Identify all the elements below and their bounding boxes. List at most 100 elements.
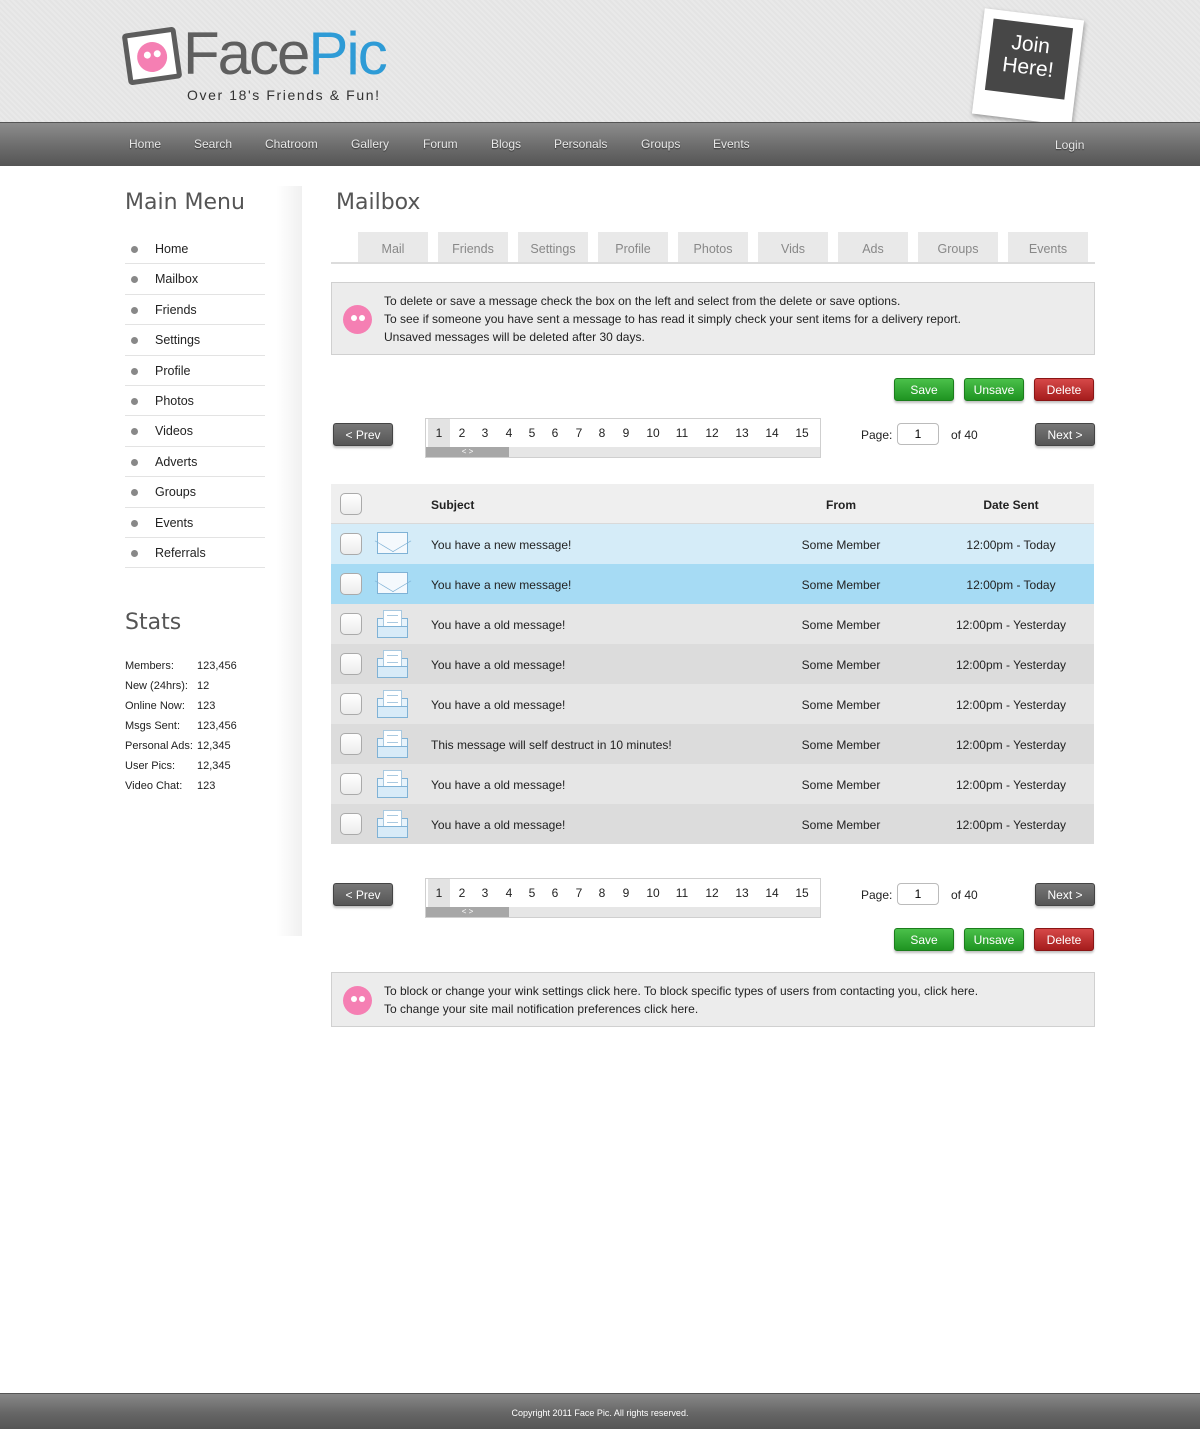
row-from[interactable]: Some Member bbox=[791, 538, 891, 552]
row-checkbox[interactable] bbox=[340, 693, 362, 715]
menu-item-settings[interactable]: Settings bbox=[125, 325, 265, 356]
unsave-button[interactable]: Unsave bbox=[964, 378, 1024, 401]
row-checkbox[interactable] bbox=[340, 813, 362, 835]
page-link[interactable]: 2 bbox=[451, 879, 473, 907]
tab-mail[interactable]: Mail bbox=[358, 232, 428, 262]
prev-button[interactable]: < Prev bbox=[333, 423, 393, 446]
page-link[interactable]: 13 bbox=[731, 879, 753, 907]
nav-search[interactable]: Search bbox=[194, 137, 232, 151]
delete-button[interactable]: Delete bbox=[1034, 378, 1094, 401]
table-row[interactable]: You have a old message! Some Member 12:0… bbox=[331, 644, 1094, 684]
table-row[interactable]: You have a new message! Some Member 12:0… bbox=[331, 564, 1094, 604]
menu-item-events[interactable]: Events bbox=[125, 508, 265, 538]
nav-gallery[interactable]: Gallery bbox=[351, 137, 389, 151]
tab-ads[interactable]: Ads bbox=[838, 232, 908, 262]
page-link[interactable]: 9 bbox=[615, 419, 637, 447]
page-link[interactable]: 11 bbox=[671, 879, 693, 907]
page-link[interactable]: 15 bbox=[791, 879, 813, 907]
delete-button-bottom[interactable]: Delete bbox=[1034, 928, 1094, 951]
tab-photos[interactable]: Photos bbox=[678, 232, 748, 262]
table-row[interactable]: You have a old message! Some Member 12:0… bbox=[331, 604, 1094, 644]
nav-chatroom[interactable]: Chatroom bbox=[265, 137, 318, 151]
next-button[interactable]: Next > bbox=[1035, 423, 1095, 446]
nav-personals[interactable]: Personals bbox=[554, 137, 607, 151]
row-checkbox[interactable] bbox=[340, 773, 362, 795]
page-link[interactable]: 12 bbox=[701, 419, 723, 447]
nav-groups[interactable]: Groups bbox=[641, 137, 680, 151]
tab-groups[interactable]: Groups bbox=[918, 232, 998, 262]
tab-friends[interactable]: Friends bbox=[438, 232, 508, 262]
row-checkbox[interactable] bbox=[340, 653, 362, 675]
page-link[interactable]: 10 bbox=[642, 419, 664, 447]
page-link[interactable]: 2 bbox=[451, 419, 473, 447]
pager-scroll-thumb[interactable]: < > bbox=[426, 447, 509, 457]
row-subject[interactable]: You have a old message! bbox=[431, 618, 565, 632]
prev-button-bottom[interactable]: < Prev bbox=[333, 883, 393, 906]
page-link[interactable]: 4 bbox=[498, 879, 520, 907]
nav-forum[interactable]: Forum bbox=[423, 137, 458, 151]
row-subject[interactable]: You have a new message! bbox=[431, 578, 571, 592]
row-from[interactable]: Some Member bbox=[791, 578, 891, 592]
table-row[interactable]: This message will self destruct in 10 mi… bbox=[331, 724, 1094, 764]
menu-item-groups[interactable]: Groups bbox=[125, 477, 265, 508]
save-button[interactable]: Save bbox=[894, 378, 954, 401]
row-from[interactable]: Some Member bbox=[791, 818, 891, 832]
row-checkbox[interactable] bbox=[340, 733, 362, 755]
tab-events[interactable]: Events bbox=[1008, 232, 1088, 262]
page-link[interactable]: 14 bbox=[761, 879, 783, 907]
menu-item-mailbox[interactable]: Mailbox bbox=[125, 264, 265, 295]
page-link[interactable]: 6 bbox=[544, 879, 566, 907]
menu-item-adverts[interactable]: Adverts bbox=[125, 447, 265, 478]
row-from[interactable]: Some Member bbox=[791, 778, 891, 792]
save-button-bottom[interactable]: Save bbox=[894, 928, 954, 951]
row-subject[interactable]: You have a old message! bbox=[431, 818, 565, 832]
menu-item-profile[interactable]: Profile bbox=[125, 356, 265, 386]
row-checkbox[interactable] bbox=[340, 533, 362, 555]
join-here-button[interactable]: Join Here! bbox=[971, 8, 1085, 126]
nav-blogs[interactable]: Blogs bbox=[491, 137, 521, 151]
row-subject[interactable]: You have a old message! bbox=[431, 658, 565, 672]
page-link[interactable]: 3 bbox=[474, 419, 496, 447]
row-subject[interactable]: This message will self destruct in 10 mi… bbox=[431, 738, 672, 752]
info-text[interactable]: To change your site mail notification pr… bbox=[384, 1002, 698, 1016]
row-subject[interactable]: You have a old message! bbox=[431, 778, 565, 792]
table-row[interactable]: You have a new message! Some Member 12:0… bbox=[331, 524, 1094, 564]
select-all-checkbox[interactable] bbox=[340, 493, 362, 515]
menu-item-photos[interactable]: Photos bbox=[125, 386, 265, 417]
page-link[interactable]: 14 bbox=[761, 419, 783, 447]
next-button-bottom[interactable]: Next > bbox=[1035, 883, 1095, 906]
row-from[interactable]: Some Member bbox=[791, 658, 891, 672]
page-link[interactable]: 12 bbox=[701, 879, 723, 907]
row-subject[interactable]: You have a old message! bbox=[431, 698, 565, 712]
page-link[interactable]: 15 bbox=[791, 419, 813, 447]
tab-vids[interactable]: Vids bbox=[758, 232, 828, 262]
page-link[interactable]: 5 bbox=[521, 879, 543, 907]
table-row[interactable]: You have a old message! Some Member 12:0… bbox=[331, 764, 1094, 804]
tab-settings[interactable]: Settings bbox=[518, 232, 588, 262]
menu-item-friends[interactable]: Friends bbox=[125, 295, 265, 326]
row-from[interactable]: Some Member bbox=[791, 698, 891, 712]
row-checkbox[interactable] bbox=[340, 573, 362, 595]
page-link[interactable]: 6 bbox=[544, 419, 566, 447]
menu-item-home[interactable]: Home bbox=[125, 234, 265, 265]
row-checkbox[interactable] bbox=[340, 613, 362, 635]
page-link[interactable]: 1 bbox=[428, 419, 450, 447]
page-link[interactable]: 7 bbox=[568, 879, 590, 907]
menu-item-referrals[interactable]: Referrals bbox=[125, 538, 265, 569]
row-subject[interactable]: You have a new message! bbox=[431, 538, 571, 552]
pager-scroll-thumb[interactable]: < > bbox=[426, 907, 509, 917]
page-link[interactable]: 7 bbox=[568, 419, 590, 447]
page-link[interactable]: 10 bbox=[642, 879, 664, 907]
tab-profile[interactable]: Profile bbox=[598, 232, 668, 262]
menu-item-videos[interactable]: Videos bbox=[125, 416, 265, 447]
page-link[interactable]: 13 bbox=[731, 419, 753, 447]
table-row[interactable]: You have a old message! Some Member 12:0… bbox=[331, 684, 1094, 724]
pager-scrollbar[interactable]: < > bbox=[426, 447, 820, 457]
page-link[interactable]: 8 bbox=[591, 879, 613, 907]
page-link[interactable]: 9 bbox=[615, 879, 637, 907]
page-link[interactable]: 5 bbox=[521, 419, 543, 447]
page-link[interactable]: 3 bbox=[474, 879, 496, 907]
nav-events[interactable]: Events bbox=[713, 137, 750, 151]
page-link[interactable]: 8 bbox=[591, 419, 613, 447]
page-link[interactable]: 4 bbox=[498, 419, 520, 447]
